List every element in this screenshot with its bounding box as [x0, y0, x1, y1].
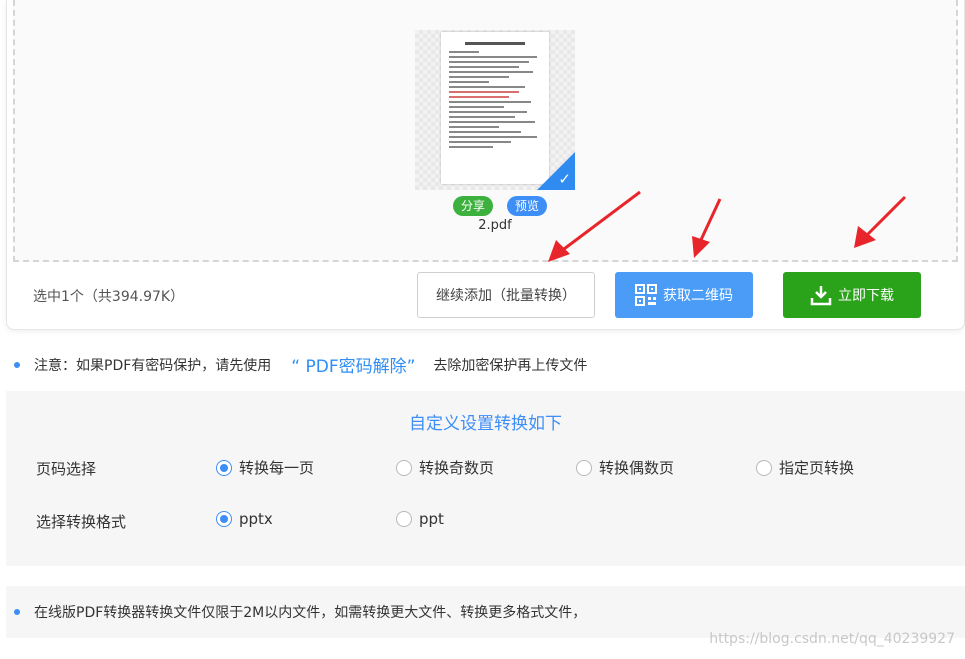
- radio-label: ppt: [419, 510, 444, 528]
- upload-card: ✓ 分享 预览 2.pdf 选中1个（共394.97K） 继续添加（批量转换） …: [6, 0, 965, 330]
- get-qrcode-button[interactable]: 获取二维码: [615, 272, 753, 318]
- continue-add-button[interactable]: 继续添加（批量转换）: [417, 272, 595, 318]
- pdf-page-preview: [441, 32, 549, 184]
- radio-specific-pages[interactable]: 指定页转换: [756, 457, 854, 478]
- preview-button[interactable]: 预览: [507, 196, 548, 216]
- file-name: 2.pdf: [478, 218, 512, 233]
- bullet-icon: [14, 609, 20, 615]
- format-select-label: 选择转换格式: [36, 513, 127, 531]
- radio-unchecked-icon: [396, 459, 412, 476]
- radio-format-ppt[interactable]: ppt: [396, 510, 444, 528]
- download-now-label: 立即下载: [838, 288, 894, 304]
- pdf-password-remove-link[interactable]: “ PDF密码解除”: [291, 352, 415, 377]
- download-icon: [810, 284, 832, 306]
- conversion-settings: 自定义设置转换如下 页码选择 转换每一页 转换奇数页 转换偶数页 指定页转换 选…: [6, 391, 965, 566]
- radio-unchecked-icon: [396, 511, 412, 527]
- file-item[interactable]: ✓ 分享 预览 2.pdf: [415, 30, 575, 235]
- radio-even-pages[interactable]: 转换偶数页: [576, 457, 674, 478]
- radio-checked-icon: [216, 459, 232, 476]
- check-icon: ✓: [558, 170, 571, 188]
- radio-checked-icon: [216, 511, 232, 527]
- radio-label: pptx: [239, 510, 273, 528]
- continue-add-label: 继续添加（批量转换）: [436, 288, 576, 304]
- get-qrcode-label: 获取二维码: [663, 288, 733, 304]
- selection-count: 选中1个（共394.97K）: [33, 289, 185, 305]
- radio-format-pptx[interactable]: pptx: [216, 510, 273, 528]
- radio-label: 转换每一页: [239, 459, 315, 477]
- radio-label: 转换奇数页: [419, 459, 495, 477]
- password-notice: 注意：如果PDF有密码保护，请先使用 “ PDF密码解除” 去除加密保护再上传文…: [14, 352, 587, 377]
- radio-label: 指定页转换: [779, 459, 855, 477]
- info-text: 在线版PDF转换器转换文件仅限于2M以内文件，如需转换更大文件、转换更多格式文件…: [34, 605, 587, 621]
- radio-odd-pages[interactable]: 转换奇数页: [396, 457, 494, 478]
- info-line: 在线版PDF转换器转换文件仅限于2M以内文件，如需转换更大文件、转换更多格式文件…: [14, 602, 586, 622]
- radio-label: 转换偶数页: [599, 459, 675, 477]
- pdf-thumbnail[interactable]: ✓: [415, 30, 575, 190]
- file-dropzone[interactable]: ✓ 分享 预览 2.pdf: [13, 0, 958, 262]
- notice-suffix: 去除加密保护再上传文件: [433, 357, 588, 374]
- radio-unchecked-icon: [576, 459, 592, 476]
- radio-unchecked-icon: [756, 459, 772, 476]
- bullet-icon: [14, 361, 20, 368]
- page-select-label: 页码选择: [36, 460, 97, 478]
- watermark: https://blog.csdn.net/qq_40239927: [709, 631, 955, 647]
- settings-title: 自定义设置转换如下: [409, 414, 562, 434]
- share-button[interactable]: 分享: [453, 196, 494, 216]
- radio-every-page[interactable]: 转换每一页: [216, 457, 314, 478]
- qrcode-icon: [635, 284, 657, 306]
- download-now-button[interactable]: 立即下载: [783, 272, 921, 318]
- notice-prefix: 注意：如果PDF有密码保护，请先使用: [34, 357, 272, 374]
